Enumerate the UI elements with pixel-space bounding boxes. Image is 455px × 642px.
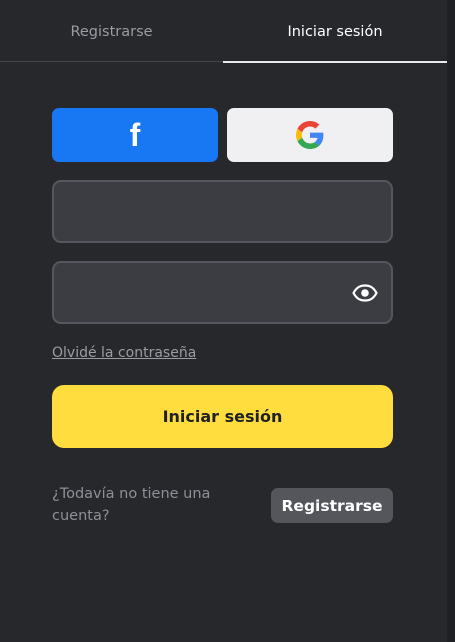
password-input[interactable] (54, 263, 391, 322)
facebook-login-button[interactable]: f (52, 108, 218, 162)
google-icon (296, 121, 324, 149)
auth-tabs: Registrarse Iniciar sesión (0, 0, 447, 63)
google-login-button[interactable] (227, 108, 393, 162)
password-field[interactable] (52, 261, 393, 324)
username-input[interactable] (54, 182, 391, 241)
register-button[interactable]: Registrarse (271, 488, 393, 523)
scrollbar[interactable] (447, 0, 455, 642)
login-button[interactable]: Iniciar sesión (52, 385, 393, 448)
facebook-icon: f (129, 117, 141, 153)
login-panel: Registrarse Iniciar sesión f Olvidé la c… (0, 0, 455, 642)
tab-login[interactable]: Iniciar sesión (223, 0, 447, 63)
forgot-password-link[interactable]: Olvidé la contraseña (52, 345, 196, 361)
username-field[interactable] (52, 180, 393, 243)
no-account-text: ¿Todavía no tiene una cuenta? (52, 486, 211, 524)
tab-register[interactable]: Registrarse (0, 0, 223, 63)
eye-icon[interactable] (351, 283, 379, 303)
